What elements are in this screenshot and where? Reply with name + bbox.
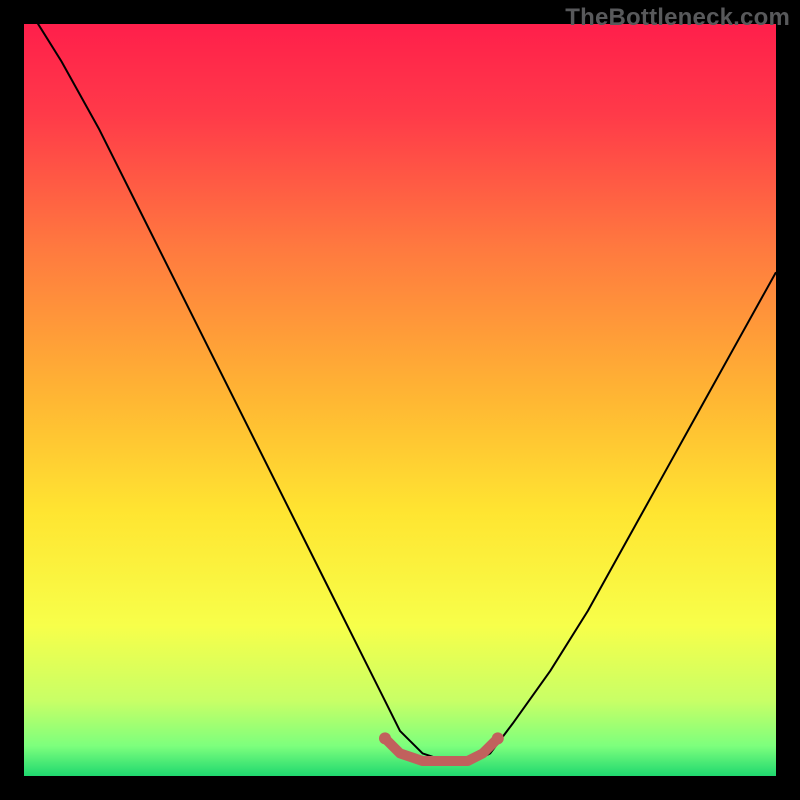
gradient-background bbox=[24, 24, 776, 776]
watermark-text: TheBottleneck.com bbox=[565, 4, 790, 32]
chart-frame bbox=[24, 24, 776, 776]
bottleneck-chart bbox=[24, 24, 776, 776]
